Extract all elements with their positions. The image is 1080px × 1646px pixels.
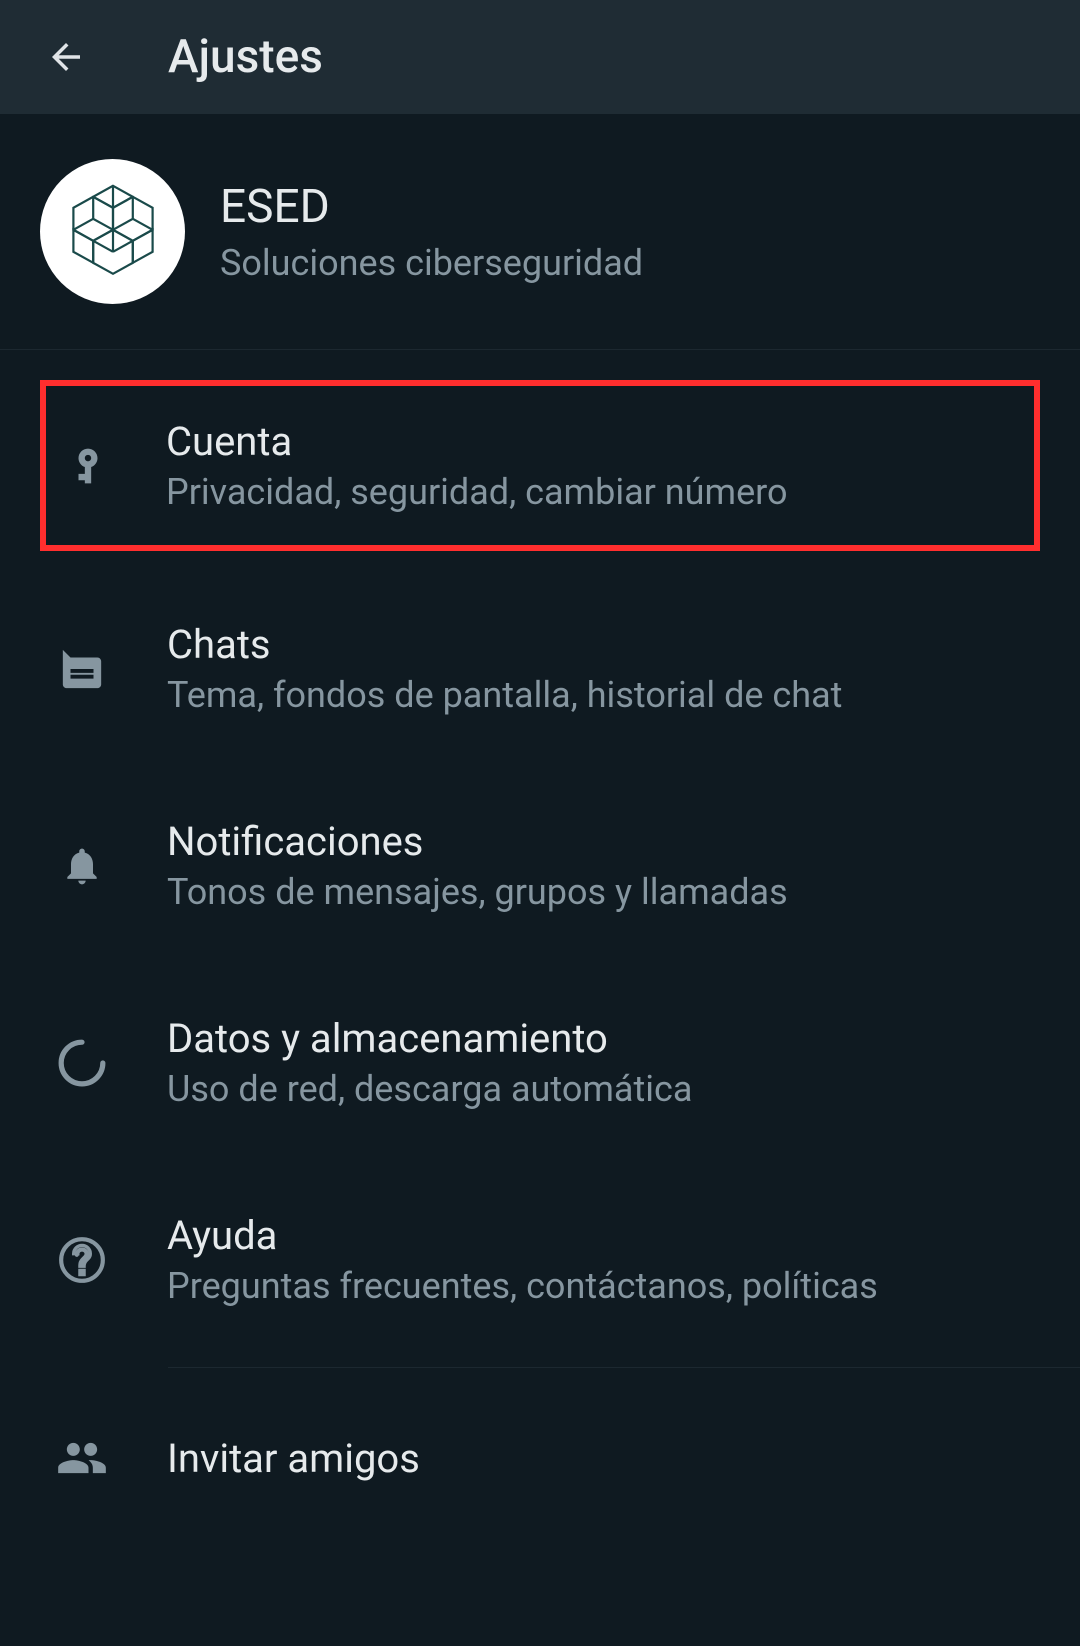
profile-status: Soluciones ciberseguridad: [220, 242, 643, 284]
help-icon: [52, 1230, 112, 1290]
settings-item-title: Ayuda: [167, 1212, 878, 1259]
settings-item-subtitle: Privacidad, seguridad, cambiar número: [166, 471, 788, 513]
chat-icon: [52, 639, 112, 699]
settings-item-help[interactable]: Ayuda Preguntas frecuentes, contáctanos,…: [0, 1180, 1080, 1339]
divider: [168, 1367, 1080, 1368]
data-icon: [52, 1033, 112, 1093]
settings-item-title: Cuenta: [166, 418, 788, 465]
profile-row[interactable]: ESED Soluciones ciberseguridad: [0, 114, 1080, 350]
settings-item-notifications[interactable]: Notificaciones Tonos de mensajes, grupos…: [0, 786, 1080, 945]
profile-name: ESED: [220, 180, 643, 234]
page-title: Ajustes: [168, 30, 323, 84]
settings-item-account[interactable]: Cuenta Privacidad, seguridad, cambiar nú…: [40, 380, 1040, 551]
people-icon: [52, 1428, 112, 1488]
bell-icon: [52, 836, 112, 896]
avatar: [40, 159, 185, 304]
invite-title: Invitar amigos: [167, 1435, 420, 1482]
settings-item-title: Chats: [167, 621, 842, 668]
back-icon[interactable]: [42, 33, 90, 81]
settings-item-chats[interactable]: Chats Tema, fondos de pantalla, historia…: [0, 589, 1080, 748]
settings-item-subtitle: Preguntas frecuentes, contáctanos, polít…: [167, 1265, 878, 1307]
settings-item-subtitle: Tonos de mensajes, grupos y llamadas: [167, 871, 788, 913]
settings-item-data[interactable]: Datos y almacenamiento Uso de red, desca…: [0, 983, 1080, 1142]
header-bar: Ajustes: [0, 0, 1080, 114]
key-icon: [58, 436, 118, 496]
settings-item-invite[interactable]: Invitar amigos: [0, 1396, 1080, 1520]
settings-list: Cuenta Privacidad, seguridad, cambiar nú…: [0, 350, 1080, 1520]
settings-item-title: Datos y almacenamiento: [167, 1015, 692, 1062]
settings-item-subtitle: Uso de red, descarga automática: [167, 1068, 692, 1110]
settings-item-subtitle: Tema, fondos de pantalla, historial de c…: [167, 674, 842, 716]
settings-item-title: Notificaciones: [167, 818, 788, 865]
